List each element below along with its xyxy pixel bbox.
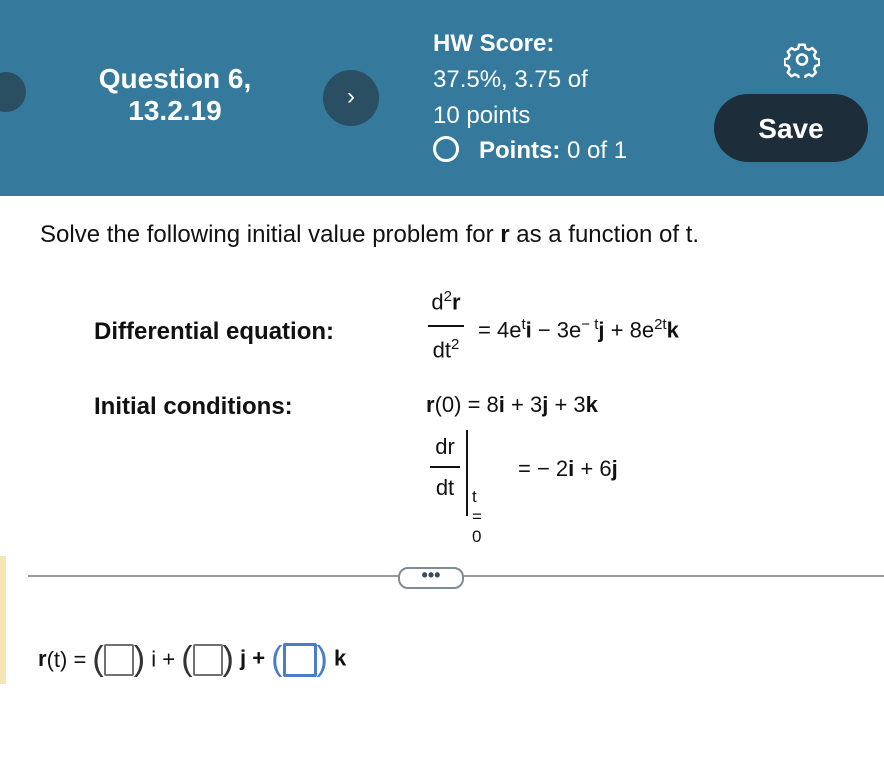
points-status: Points: 0 of 1 [433, 133, 627, 169]
evaluation-bar [466, 430, 468, 516]
previous-question-button[interactable] [0, 72, 26, 112]
fraction-bar [430, 466, 460, 468]
problem-prompt: Solve the following initial value proble… [40, 221, 700, 248]
initial-condition-position: r(0) = 8i + 3j + 3k [426, 392, 598, 417]
chevron-right-icon: › [347, 83, 355, 110]
answer-row: r(t) = () i + () j + () k [38, 640, 347, 678]
question-header: Question 6, 13.2.19 › HW Score: 37.5%, 3… [0, 0, 884, 196]
more-options-button[interactable]: ••• [398, 566, 464, 589]
differential-equation-label: Differential equation: [94, 318, 335, 345]
hw-score: HW Score: 37.5%, 3.75 of 10 points [433, 30, 588, 129]
gear-icon[interactable] [784, 42, 820, 78]
fraction-bar [428, 325, 464, 327]
i-component-input[interactable] [103, 643, 134, 676]
answer-highlight-bar [0, 556, 6, 684]
j-component-input[interactable] [192, 643, 223, 676]
question-title: Question 6, 13.2.19 [98, 63, 252, 126]
next-question-button[interactable]: › [323, 70, 379, 126]
k-component-input[interactable] [282, 642, 317, 677]
save-button[interactable]: Save [714, 94, 868, 162]
initial-conditions-label: Initial conditions: [94, 393, 293, 420]
status-circle-icon [433, 136, 459, 162]
